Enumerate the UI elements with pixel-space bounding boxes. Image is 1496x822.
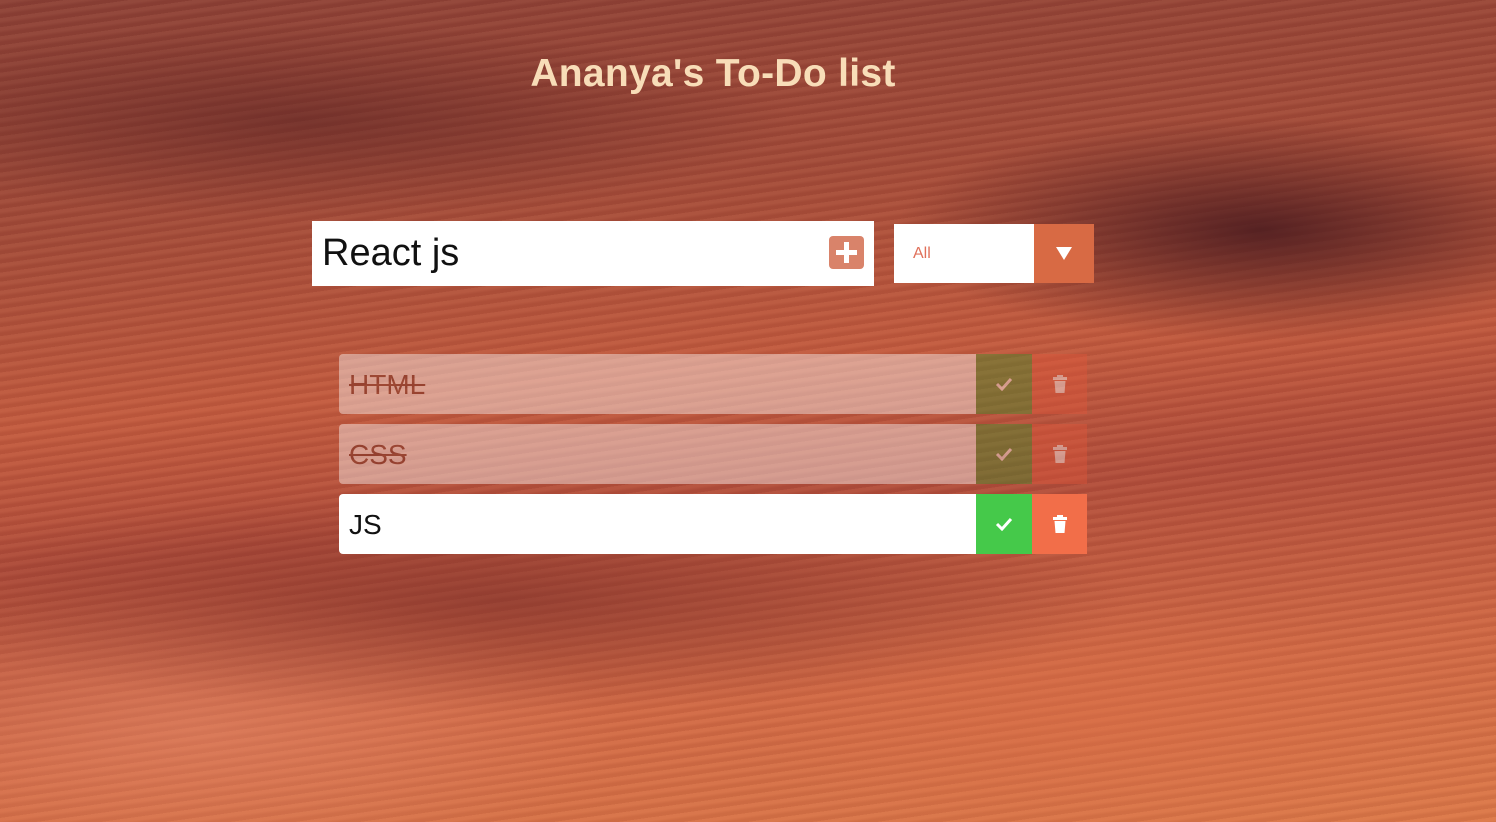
filter-selected-value: All <box>913 245 931 262</box>
trash-icon <box>1052 445 1067 463</box>
trash-icon <box>1052 375 1067 393</box>
todo-text: JS <box>349 509 382 540</box>
plus-square-icon <box>836 242 857 263</box>
check-icon <box>995 517 1013 531</box>
delete-button[interactable] <box>1032 354 1087 414</box>
page-title: Ananya's To-Do list <box>530 52 896 95</box>
delete-button[interactable] <box>1032 424 1087 484</box>
todo-text: CSS <box>349 439 407 470</box>
check-icon <box>995 377 1013 391</box>
todo-input[interactable] <box>312 221 812 286</box>
delete-button[interactable] <box>1032 494 1087 554</box>
trash-icon <box>1052 515 1067 533</box>
todo-text: HTML <box>349 369 426 400</box>
complete-button[interactable] <box>976 354 1032 414</box>
caret-down-icon <box>1056 247 1072 260</box>
filter-dropdown-button[interactable] <box>1034 224 1094 283</box>
add-todo-form <box>312 221 874 286</box>
complete-button[interactable] <box>976 424 1032 484</box>
add-todo-button[interactable] <box>829 236 864 269</box>
filter-select[interactable]: All <box>894 224 1094 283</box>
complete-button[interactable] <box>976 494 1032 554</box>
todo-list: HTML CSS JS <box>339 354 1087 564</box>
check-icon <box>995 447 1013 461</box>
todo-item: JS <box>339 494 1087 554</box>
todo-item: HTML <box>339 354 1087 414</box>
todo-item: CSS <box>339 424 1087 484</box>
